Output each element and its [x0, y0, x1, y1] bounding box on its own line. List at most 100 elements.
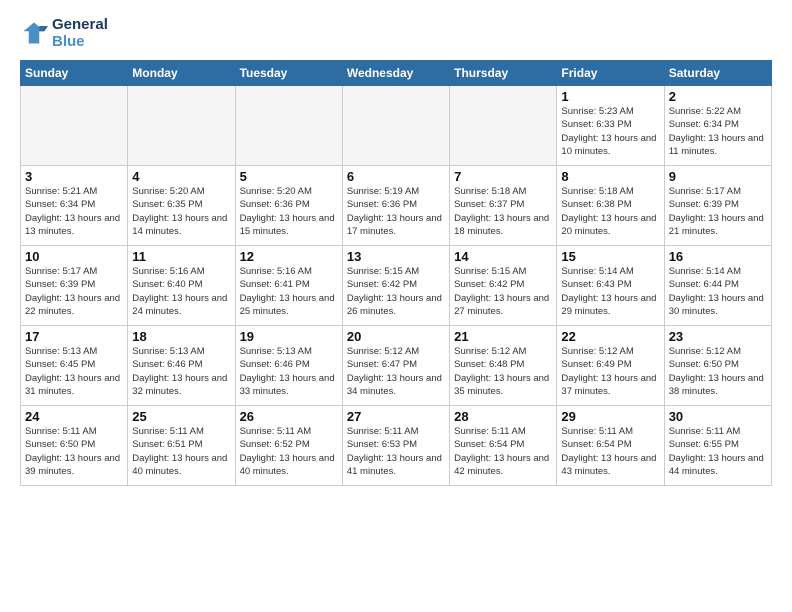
day-info: Sunrise: 5:13 AM Sunset: 6:46 PM Dayligh…	[132, 345, 230, 398]
day-cell: 21Sunrise: 5:12 AM Sunset: 6:48 PM Dayli…	[450, 326, 557, 406]
weekday-saturday: Saturday	[664, 61, 771, 86]
day-info: Sunrise: 5:17 AM Sunset: 6:39 PM Dayligh…	[669, 185, 767, 238]
day-cell	[21, 86, 128, 166]
day-number: 23	[669, 329, 767, 344]
day-info: Sunrise: 5:16 AM Sunset: 6:40 PM Dayligh…	[132, 265, 230, 318]
day-number: 16	[669, 249, 767, 264]
day-cell: 20Sunrise: 5:12 AM Sunset: 6:47 PM Dayli…	[342, 326, 449, 406]
day-cell	[235, 86, 342, 166]
day-number: 21	[454, 329, 552, 344]
day-number: 12	[240, 249, 338, 264]
day-number: 17	[25, 329, 123, 344]
day-info: Sunrise: 5:18 AM Sunset: 6:37 PM Dayligh…	[454, 185, 552, 238]
day-cell: 17Sunrise: 5:13 AM Sunset: 6:45 PM Dayli…	[21, 326, 128, 406]
day-number: 30	[669, 409, 767, 424]
day-cell: 16Sunrise: 5:14 AM Sunset: 6:44 PM Dayli…	[664, 246, 771, 326]
day-info: Sunrise: 5:14 AM Sunset: 6:43 PM Dayligh…	[561, 265, 659, 318]
day-number: 10	[25, 249, 123, 264]
day-cell: 4Sunrise: 5:20 AM Sunset: 6:35 PM Daylig…	[128, 166, 235, 246]
header: General Blue	[20, 16, 772, 50]
week-row-4: 17Sunrise: 5:13 AM Sunset: 6:45 PM Dayli…	[21, 326, 772, 406]
day-info: Sunrise: 5:11 AM Sunset: 6:53 PM Dayligh…	[347, 425, 445, 478]
day-cell: 13Sunrise: 5:15 AM Sunset: 6:42 PM Dayli…	[342, 246, 449, 326]
day-info: Sunrise: 5:12 AM Sunset: 6:47 PM Dayligh…	[347, 345, 445, 398]
calendar: SundayMondayTuesdayWednesdayThursdayFrid…	[20, 60, 772, 486]
week-row-5: 24Sunrise: 5:11 AM Sunset: 6:50 PM Dayli…	[21, 406, 772, 486]
day-cell: 10Sunrise: 5:17 AM Sunset: 6:39 PM Dayli…	[21, 246, 128, 326]
day-info: Sunrise: 5:15 AM Sunset: 6:42 PM Dayligh…	[347, 265, 445, 318]
day-number: 5	[240, 169, 338, 184]
day-cell	[342, 86, 449, 166]
day-number: 18	[132, 329, 230, 344]
day-info: Sunrise: 5:12 AM Sunset: 6:48 PM Dayligh…	[454, 345, 552, 398]
day-info: Sunrise: 5:11 AM Sunset: 6:54 PM Dayligh…	[561, 425, 659, 478]
weekday-wednesday: Wednesday	[342, 61, 449, 86]
page: General Blue SundayMondayTuesdayWednesda…	[0, 0, 792, 612]
day-info: Sunrise: 5:12 AM Sunset: 6:50 PM Dayligh…	[669, 345, 767, 398]
day-info: Sunrise: 5:22 AM Sunset: 6:34 PM Dayligh…	[669, 105, 767, 158]
day-number: 2	[669, 89, 767, 104]
logo-icon	[20, 19, 48, 47]
week-row-1: 1Sunrise: 5:23 AM Sunset: 6:33 PM Daylig…	[21, 86, 772, 166]
day-cell	[450, 86, 557, 166]
day-number: 14	[454, 249, 552, 264]
day-cell: 7Sunrise: 5:18 AM Sunset: 6:37 PM Daylig…	[450, 166, 557, 246]
day-info: Sunrise: 5:11 AM Sunset: 6:52 PM Dayligh…	[240, 425, 338, 478]
day-info: Sunrise: 5:15 AM Sunset: 6:42 PM Dayligh…	[454, 265, 552, 318]
day-info: Sunrise: 5:11 AM Sunset: 6:54 PM Dayligh…	[454, 425, 552, 478]
weekday-thursday: Thursday	[450, 61, 557, 86]
week-row-3: 10Sunrise: 5:17 AM Sunset: 6:39 PM Dayli…	[21, 246, 772, 326]
day-number: 28	[454, 409, 552, 424]
weekday-sunday: Sunday	[21, 61, 128, 86]
day-cell: 14Sunrise: 5:15 AM Sunset: 6:42 PM Dayli…	[450, 246, 557, 326]
day-cell: 2Sunrise: 5:22 AM Sunset: 6:34 PM Daylig…	[664, 86, 771, 166]
day-cell: 18Sunrise: 5:13 AM Sunset: 6:46 PM Dayli…	[128, 326, 235, 406]
day-info: Sunrise: 5:20 AM Sunset: 6:36 PM Dayligh…	[240, 185, 338, 238]
day-info: Sunrise: 5:16 AM Sunset: 6:41 PM Dayligh…	[240, 265, 338, 318]
day-cell: 26Sunrise: 5:11 AM Sunset: 6:52 PM Dayli…	[235, 406, 342, 486]
day-number: 1	[561, 89, 659, 104]
logo-text: General Blue	[52, 16, 108, 50]
day-number: 29	[561, 409, 659, 424]
weekday-tuesday: Tuesday	[235, 61, 342, 86]
day-number: 26	[240, 409, 338, 424]
day-info: Sunrise: 5:11 AM Sunset: 6:50 PM Dayligh…	[25, 425, 123, 478]
day-cell: 27Sunrise: 5:11 AM Sunset: 6:53 PM Dayli…	[342, 406, 449, 486]
week-row-2: 3Sunrise: 5:21 AM Sunset: 6:34 PM Daylig…	[21, 166, 772, 246]
weekday-monday: Monday	[128, 61, 235, 86]
day-number: 8	[561, 169, 659, 184]
day-cell: 29Sunrise: 5:11 AM Sunset: 6:54 PM Dayli…	[557, 406, 664, 486]
logo: General Blue	[20, 16, 108, 50]
day-number: 6	[347, 169, 445, 184]
day-number: 20	[347, 329, 445, 344]
day-info: Sunrise: 5:21 AM Sunset: 6:34 PM Dayligh…	[25, 185, 123, 238]
day-cell: 11Sunrise: 5:16 AM Sunset: 6:40 PM Dayli…	[128, 246, 235, 326]
day-number: 19	[240, 329, 338, 344]
day-info: Sunrise: 5:20 AM Sunset: 6:35 PM Dayligh…	[132, 185, 230, 238]
day-number: 4	[132, 169, 230, 184]
day-number: 15	[561, 249, 659, 264]
day-cell: 1Sunrise: 5:23 AM Sunset: 6:33 PM Daylig…	[557, 86, 664, 166]
weekday-friday: Friday	[557, 61, 664, 86]
day-cell: 5Sunrise: 5:20 AM Sunset: 6:36 PM Daylig…	[235, 166, 342, 246]
day-cell: 19Sunrise: 5:13 AM Sunset: 6:46 PM Dayli…	[235, 326, 342, 406]
day-info: Sunrise: 5:11 AM Sunset: 6:51 PM Dayligh…	[132, 425, 230, 478]
day-info: Sunrise: 5:14 AM Sunset: 6:44 PM Dayligh…	[669, 265, 767, 318]
day-info: Sunrise: 5:12 AM Sunset: 6:49 PM Dayligh…	[561, 345, 659, 398]
day-info: Sunrise: 5:13 AM Sunset: 6:45 PM Dayligh…	[25, 345, 123, 398]
day-cell: 23Sunrise: 5:12 AM Sunset: 6:50 PM Dayli…	[664, 326, 771, 406]
day-cell: 6Sunrise: 5:19 AM Sunset: 6:36 PM Daylig…	[342, 166, 449, 246]
day-number: 22	[561, 329, 659, 344]
day-cell: 3Sunrise: 5:21 AM Sunset: 6:34 PM Daylig…	[21, 166, 128, 246]
day-info: Sunrise: 5:18 AM Sunset: 6:38 PM Dayligh…	[561, 185, 659, 238]
day-info: Sunrise: 5:13 AM Sunset: 6:46 PM Dayligh…	[240, 345, 338, 398]
day-cell: 15Sunrise: 5:14 AM Sunset: 6:43 PM Dayli…	[557, 246, 664, 326]
day-cell: 28Sunrise: 5:11 AM Sunset: 6:54 PM Dayli…	[450, 406, 557, 486]
day-cell: 25Sunrise: 5:11 AM Sunset: 6:51 PM Dayli…	[128, 406, 235, 486]
day-info: Sunrise: 5:17 AM Sunset: 6:39 PM Dayligh…	[25, 265, 123, 318]
day-number: 13	[347, 249, 445, 264]
day-cell	[128, 86, 235, 166]
day-number: 24	[25, 409, 123, 424]
day-info: Sunrise: 5:19 AM Sunset: 6:36 PM Dayligh…	[347, 185, 445, 238]
day-number: 7	[454, 169, 552, 184]
